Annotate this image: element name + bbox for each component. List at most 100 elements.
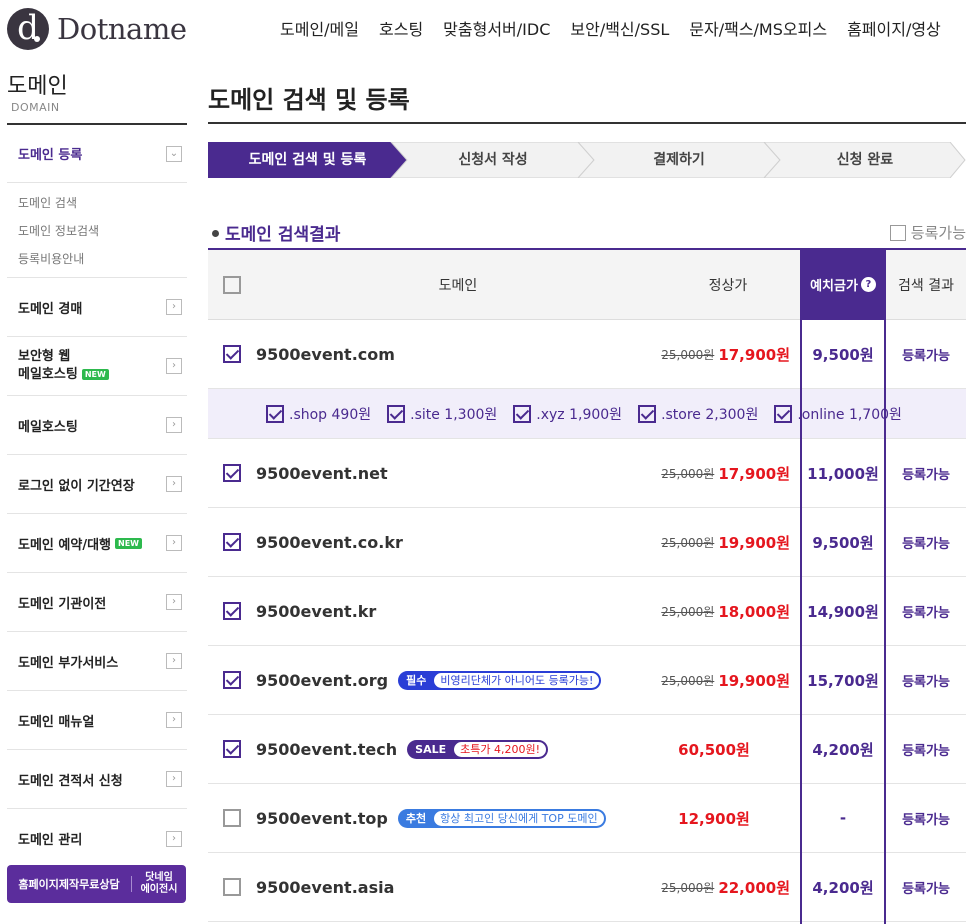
- header-checkbox-cell: [223, 250, 241, 319]
- select-all-checkbox[interactable]: [223, 275, 241, 294]
- extension-checkbox[interactable]: [774, 404, 793, 423]
- sidebar-item-mail-hosting[interactable]: 메일호스팅 ›: [7, 396, 187, 455]
- extension-checkbox[interactable]: [638, 404, 657, 423]
- extension-checkbox[interactable]: [387, 404, 406, 423]
- sidebar-item-renew[interactable]: 로그인 없이 기간연장 ›: [7, 455, 187, 514]
- main-content: 도메인 검색 및 등록 도메인 검색 및 등록 신청서 작성 결제하기 신청 완…: [208, 74, 966, 924]
- deposit-price: 9,500원: [812, 345, 874, 364]
- table-row: 9500event.top 추천 항상 최고인 당신에게 TOP 도메인 12,9…: [208, 784, 966, 853]
- gnb-server-idc[interactable]: 맞춤형서버/IDC: [443, 16, 550, 40]
- extension-option[interactable]: .site 1,300원: [387, 404, 497, 424]
- available-filter[interactable]: 등록가능: [889, 222, 966, 243]
- sidebar-title: 도메인: [7, 74, 68, 99]
- submenu-domain-search[interactable]: 도메인 검색: [18, 189, 187, 217]
- tag-text: 비영리단체가 아니어도 등록가능!: [434, 672, 600, 688]
- sidebar-item-auction[interactable]: 도메인 경매 ›: [7, 278, 187, 337]
- row-result-cell: 등록가능: [886, 715, 966, 783]
- domain-name: 9500event.asia: [256, 877, 395, 897]
- row-result-cell: 등록가능: [886, 646, 966, 714]
- row-price-cell: 25,000원 18,000원: [638, 577, 790, 645]
- row-result-cell: 등록가능: [886, 853, 966, 921]
- row-checkbox[interactable]: [223, 345, 241, 363]
- sidebar-item-label: 로그인 없이 기간연장: [18, 478, 135, 494]
- global-nav: 도메인/메일 호스팅 맞춤형서버/IDC 보안/백신/SSL 문자/팩스/MS오…: [280, 16, 961, 40]
- result-status: 등록가능: [902, 743, 950, 759]
- header-price: 정상가: [708, 277, 748, 294]
- extension-option[interactable]: .online 1,700원: [774, 404, 902, 424]
- submenu-domain-info[interactable]: 도메인 정보검색: [18, 217, 187, 245]
- row-checkbox[interactable]: [223, 533, 241, 551]
- row-result-cell: 등록가능: [886, 320, 966, 388]
- sidebar-item-manage[interactable]: 도메인 관리 ›: [7, 809, 187, 868]
- extension-label: .online 1,700원: [797, 406, 902, 423]
- domain-name: 9500event.tech: [256, 739, 398, 759]
- sidebar-item-label: 메일호스팅: [18, 367, 78, 382]
- gnb-security[interactable]: 보안/백신/SSL: [570, 16, 669, 40]
- row-checkbox-cell: [223, 508, 241, 576]
- chevron-down-icon[interactable]: ⌄: [166, 145, 182, 162]
- sidebar-item-manual[interactable]: 도메인 매뉴얼 ›: [7, 691, 187, 750]
- submenu-price-guide[interactable]: 등록비용안내: [18, 245, 187, 273]
- sidebar-item-label: 도메인 기관이전: [18, 596, 107, 612]
- logo-text: Dotname: [57, 12, 187, 46]
- table-row: 9500event.org 필수 비영리단체가 아니어도 등록가능! 25,000…: [208, 646, 966, 715]
- gnb-domain-mail[interactable]: 도메인/메일: [280, 16, 359, 40]
- sale-price: 19,900원: [718, 671, 790, 690]
- new-badge: NEW: [115, 537, 142, 549]
- result-table: 도메인 정상가 검색 결과 9500event.com 25,000원 17,90…: [208, 248, 966, 922]
- row-domain-cell: 9500event.co.kr: [256, 508, 403, 576]
- gnb-hosting[interactable]: 호스팅: [379, 16, 423, 40]
- extension-checkbox[interactable]: [513, 404, 532, 423]
- sidebar-item-label: 도메인 매뉴얼: [18, 714, 95, 730]
- filter-checkbox[interactable]: [889, 224, 906, 241]
- chevron-right-icon: ›: [166, 771, 182, 787]
- result-status: 등록가능: [902, 536, 950, 552]
- old-price: 25,000원: [661, 347, 715, 362]
- table-row: 9500event.net 25,000원 17,900원 11,000원 등록가…: [208, 439, 966, 508]
- chevron-right-icon: ›: [166, 594, 182, 610]
- row-checkbox[interactable]: [223, 464, 241, 482]
- row-checkbox[interactable]: [223, 878, 241, 896]
- extension-option[interactable]: .store 2,300원: [638, 404, 758, 424]
- row-price-cell: 25,000원 19,900원: [638, 508, 790, 576]
- table-row: 9500event.kr 25,000원 18,000원 14,900원 등록가능: [208, 577, 966, 646]
- homepage-consult-button[interactable]: 홈페이지제작무료상담 닷네임 에이전시: [7, 865, 186, 903]
- dotname-logo[interactable]: d Dotname: [7, 8, 187, 50]
- result-status: 등록가능: [902, 812, 950, 828]
- domain-name: 9500event.top: [256, 808, 388, 828]
- deposit-price: 11,000원: [807, 464, 879, 483]
- sidebar-item-quote[interactable]: 도메인 견적서 신청 ›: [7, 750, 187, 809]
- extension-option[interactable]: .shop 490원: [266, 404, 371, 424]
- tag-text: 초특가 4,200원!: [454, 741, 547, 757]
- row-checkbox-cell: [223, 646, 241, 714]
- deposit-price: 4,200원: [812, 740, 874, 759]
- top-bar: d Dotname 도메인/메일 호스팅 맞춤형서버/IDC 보안/백신/SSL…: [0, 0, 966, 58]
- new-badge: NEW: [81, 369, 109, 380]
- sale-price: 17,900원: [718, 345, 790, 364]
- result-status: 등록가능: [902, 467, 950, 483]
- old-price: 25,000원: [661, 673, 715, 688]
- sidebar-item-secure-mail[interactable]: 보안형 웹 메일호스팅 NEW ›: [7, 337, 187, 396]
- extension-option[interactable]: .xyz 1,900원: [513, 404, 622, 424]
- gnb-homepage[interactable]: 홈페이지/영상: [847, 16, 941, 40]
- sidebar-item-label: 메일호스팅: [18, 419, 78, 435]
- sidebar-item-addon[interactable]: 도메인 부가서비스 ›: [7, 632, 187, 691]
- sidebar-item-reserve[interactable]: 도메인 예약/대행 NEW ›: [7, 514, 187, 573]
- step-progress: 도메인 검색 및 등록 신청서 작성 결제하기 신청 완료: [208, 142, 966, 178]
- row-domain-cell: 9500event.net: [256, 439, 388, 507]
- table-row: 9500event.co.kr 25,000원 19,900원 9,500원 등록…: [208, 508, 966, 577]
- result-status: 등록가능: [902, 674, 950, 690]
- cta-agency: 닷네임 에이전시: [132, 872, 186, 896]
- row-checkbox[interactable]: [223, 809, 241, 827]
- row-checkbox[interactable]: [223, 740, 241, 758]
- extension-checkbox[interactable]: [266, 404, 284, 423]
- gnb-sms-fax[interactable]: 문자/팩스/MS오피스: [689, 16, 827, 40]
- old-price: 25,000원: [661, 604, 715, 619]
- table-row: 9500event.tech SALE 초특가 4,200원! 60,500원 4…: [208, 715, 966, 784]
- sidebar-item-transfer[interactable]: 도메인 기관이전 ›: [7, 573, 187, 632]
- row-checkbox[interactable]: [223, 602, 241, 620]
- row-deposit-cell: 11,000원: [802, 439, 884, 507]
- row-checkbox[interactable]: [223, 671, 241, 689]
- sidebar-item-domain-register[interactable]: 도메인 등록 ⌄: [7, 125, 187, 183]
- row-deposit-cell: 4,200원: [802, 715, 884, 783]
